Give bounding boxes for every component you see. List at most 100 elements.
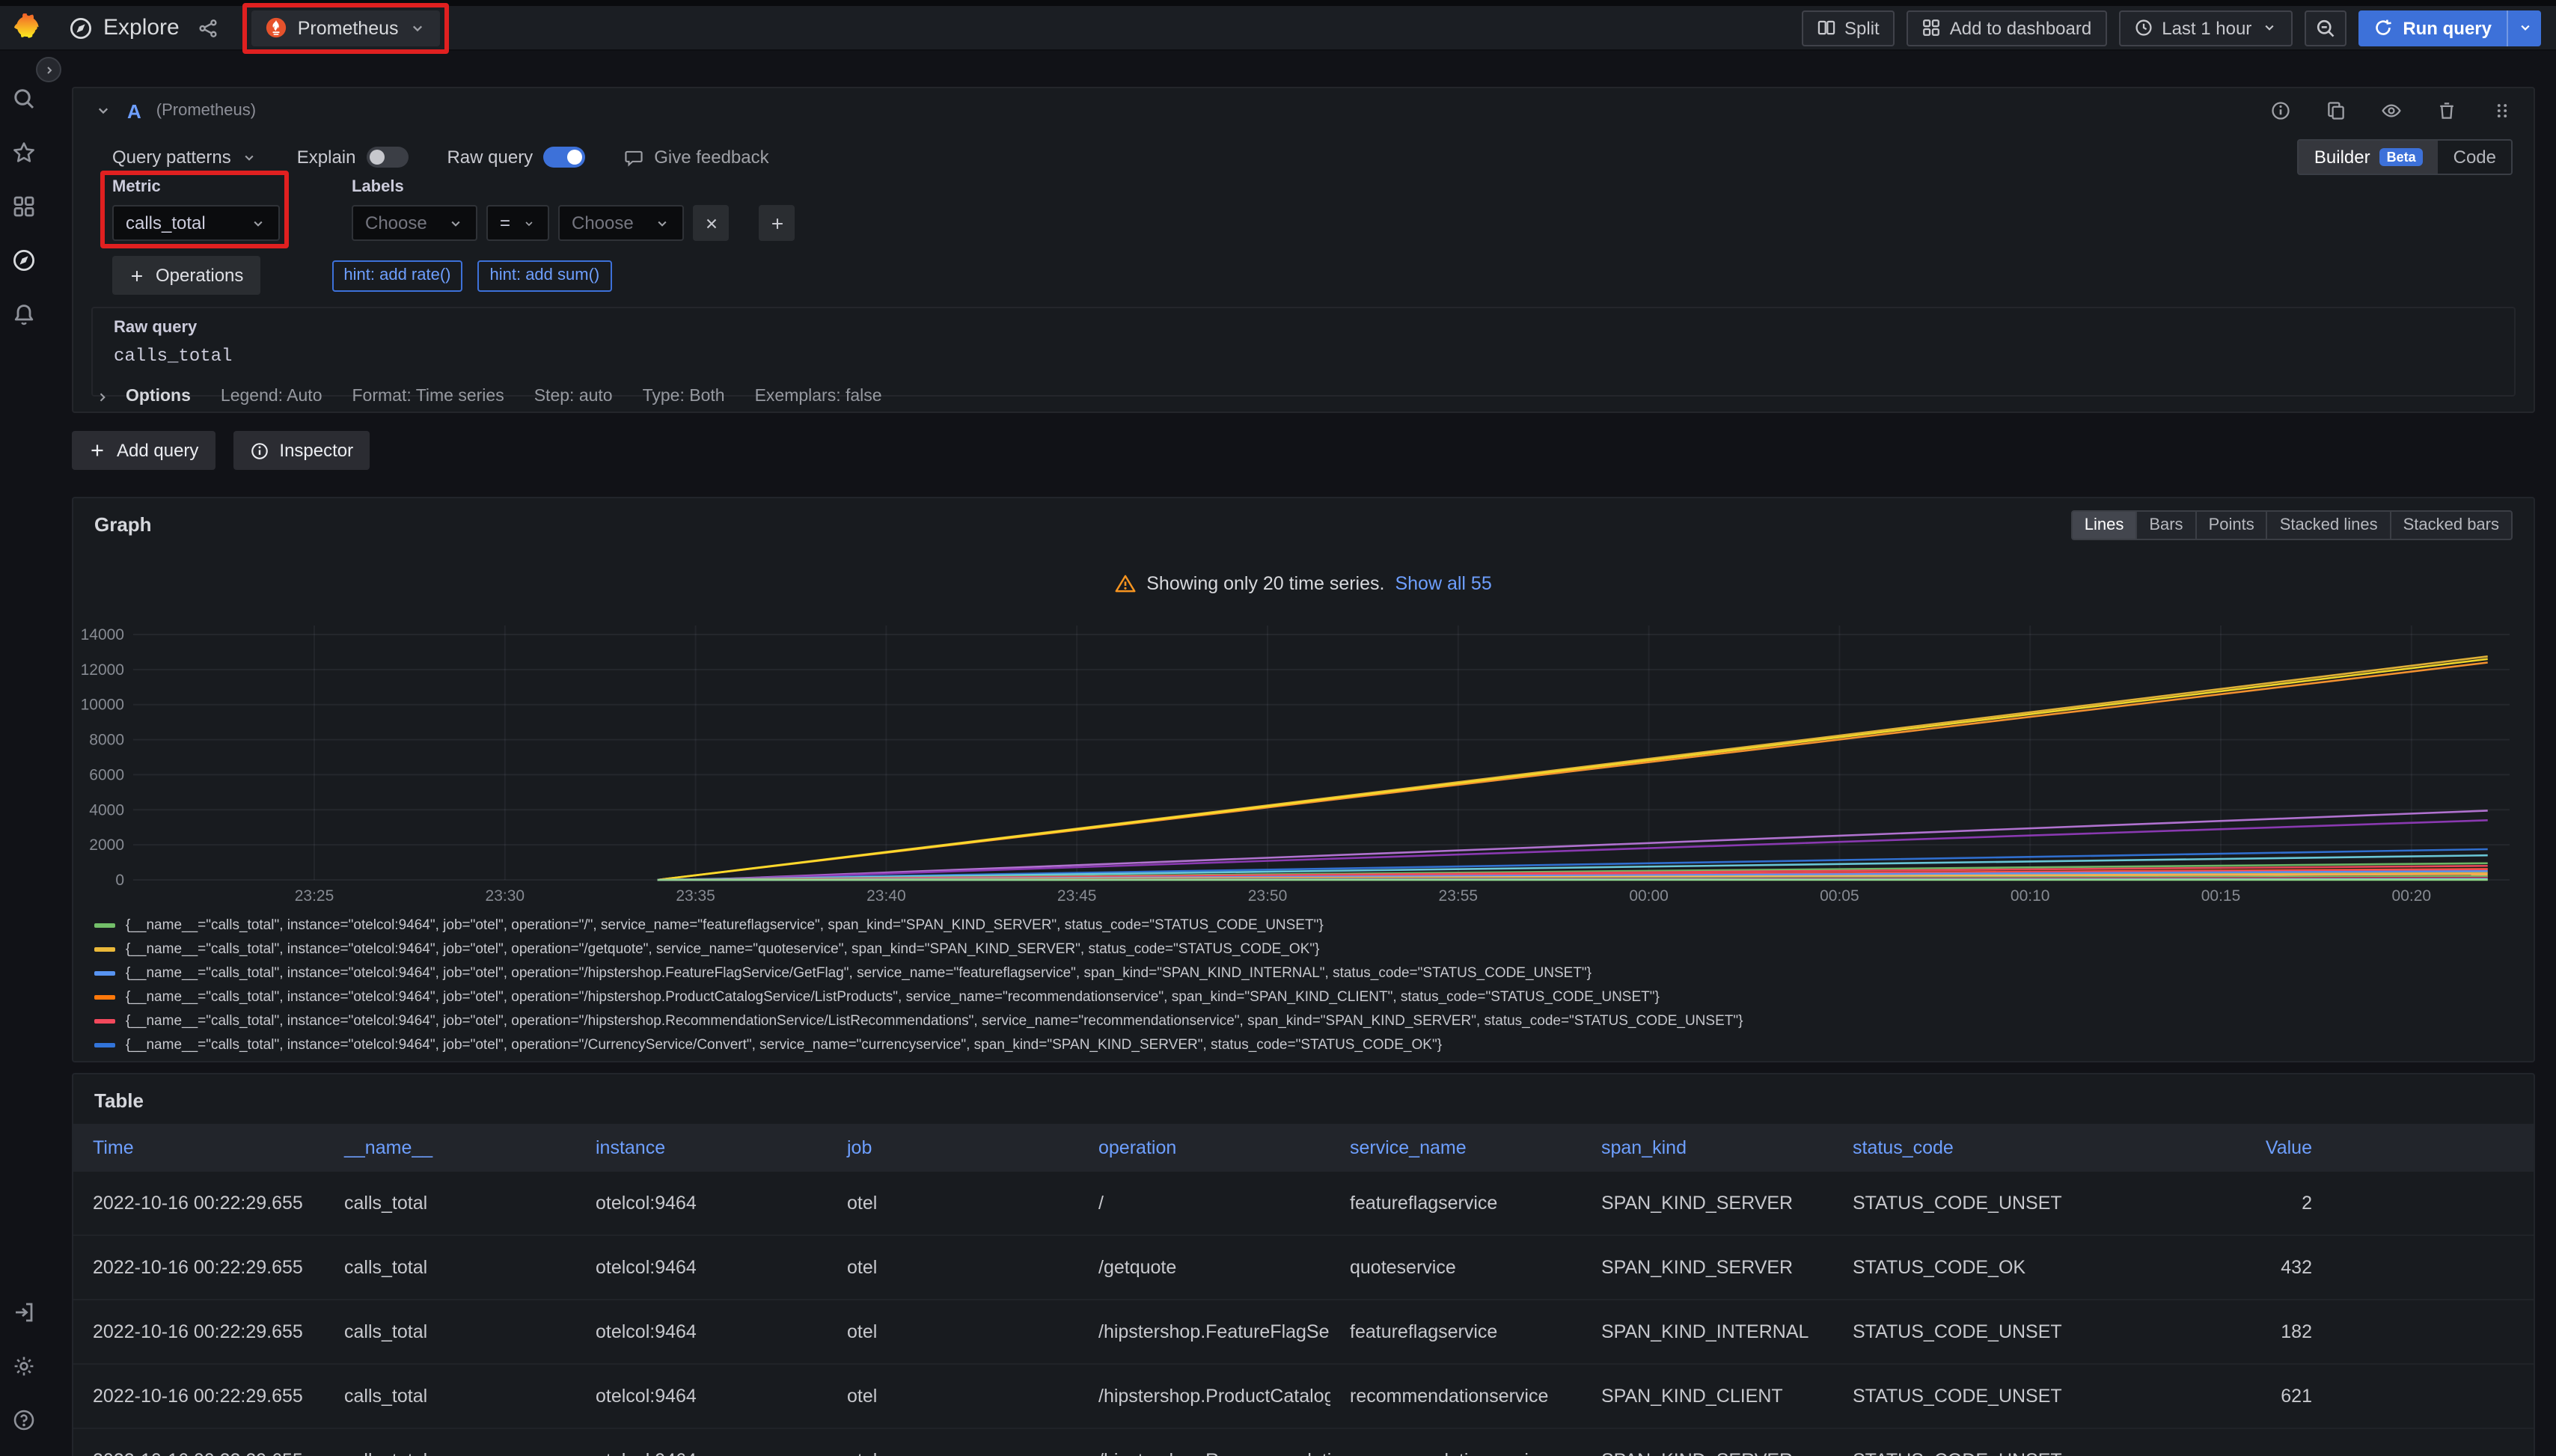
table-cell: quoteservice xyxy=(1330,1257,1582,1278)
zoom-out-icon xyxy=(2314,17,2335,38)
run-query-button[interactable]: Run query xyxy=(2358,10,2541,46)
legend-label: {__name__="calls_total", instance="otelc… xyxy=(126,1060,1541,1062)
starred-icon[interactable] xyxy=(0,141,48,165)
settings-gear-icon[interactable] xyxy=(0,1354,48,1378)
graph-mode-stacked-bars[interactable]: Stacked bars xyxy=(2390,510,2513,540)
split-icon xyxy=(1816,18,1835,37)
table-panel: Table Time__name__instancejoboperationse… xyxy=(72,1073,2535,1456)
inspector-button[interactable]: Inspector xyxy=(233,431,370,470)
metric-value: calls_total xyxy=(126,212,206,233)
split-button[interactable]: Split xyxy=(1801,10,1895,46)
alerting-icon[interactable] xyxy=(0,302,48,326)
options-row[interactable]: Options Legend: AutoFormat: Time seriesS… xyxy=(94,382,2513,412)
sidebar-expand-button[interactable] xyxy=(36,57,61,82)
query-actions: Add query Inspector xyxy=(72,431,370,470)
svg-text:00:15: 00:15 xyxy=(2201,887,2241,905)
column-header-name[interactable]: __name__ xyxy=(325,1137,576,1158)
remove-label-filter-icon[interactable] xyxy=(693,205,729,241)
legend-item[interactable]: {__name__="calls_total", instance="otelc… xyxy=(94,1033,2519,1056)
table-cell: otelcol:9464 xyxy=(576,1450,828,1456)
legend-item[interactable]: {__name__="calls_total", instance="otelc… xyxy=(94,961,2519,985)
graph-mode-points[interactable]: Points xyxy=(2195,510,2268,540)
query-patterns-dropdown[interactable]: Query patterns xyxy=(112,147,258,168)
operations-button[interactable]: Operations xyxy=(112,256,260,295)
graph-mode-bars[interactable]: Bars xyxy=(2135,510,2196,540)
column-header-operation[interactable]: operation xyxy=(1079,1137,1330,1158)
give-feedback-link[interactable]: Give feedback xyxy=(624,147,768,168)
column-header-job[interactable]: job xyxy=(828,1137,1079,1158)
query-hint-button[interactable]: hint: add sum() xyxy=(478,260,612,291)
add-label-filter-icon[interactable] xyxy=(759,205,795,241)
svg-text:00:10: 00:10 xyxy=(2011,887,2050,905)
collapse-chevron-icon[interactable] xyxy=(94,102,112,120)
drag-handle-icon[interactable] xyxy=(2492,100,2513,121)
svg-text:23:40: 23:40 xyxy=(866,887,906,905)
share-icon[interactable] xyxy=(198,17,218,38)
svg-text:8000: 8000 xyxy=(89,732,124,749)
graph-mode-toggle: LinesBarsPointsStacked linesStacked bars xyxy=(2071,510,2513,540)
label-operator-select[interactable]: = xyxy=(486,205,549,241)
label-value-select[interactable]: Choose xyxy=(558,205,684,241)
search-icon[interactable] xyxy=(0,87,48,111)
time-range-picker[interactable]: Last 1 hour xyxy=(2118,10,2292,46)
prometheus-icon xyxy=(265,16,287,39)
explain-label: Explain xyxy=(297,147,356,168)
table-cell: otel xyxy=(828,1321,1079,1342)
legend-item[interactable]: {__name__="calls_total", instance="otelc… xyxy=(94,1056,2519,1062)
sign-in-icon[interactable] xyxy=(0,1300,48,1324)
column-header-time[interactable]: Time xyxy=(73,1137,325,1158)
legend-color-dash xyxy=(94,946,115,951)
chevron-down-icon xyxy=(2260,19,2277,36)
table-cell: /hipstershop.ProductCatalogS... xyxy=(1079,1386,1330,1407)
remove-query-trash-icon[interactable] xyxy=(2436,100,2457,121)
query-hint-button[interactable]: hint: add rate() xyxy=(331,260,462,291)
legend-item[interactable]: {__name__="calls_total", instance="otelc… xyxy=(94,985,2519,1009)
metric-select[interactable]: calls_total xyxy=(112,205,280,241)
zoom-out-time-button[interactable] xyxy=(2304,10,2346,46)
table-cell: STATUS_CODE_UNSET xyxy=(1833,1321,2085,1342)
legend-item[interactable]: {__name__="calls_total", instance="otelc… xyxy=(94,1009,2519,1033)
warning-text: Showing only 20 time series. xyxy=(1146,573,1384,594)
help-icon[interactable] xyxy=(0,1408,48,1432)
legend-item[interactable]: {__name__="calls_total", instance="otelc… xyxy=(94,937,2519,961)
column-header-instance[interactable]: instance xyxy=(576,1137,828,1158)
table-cell: recommendationservice xyxy=(1330,1450,1582,1456)
add-query-button[interactable]: Add query xyxy=(72,431,215,470)
run-query-dropdown[interactable] xyxy=(2507,10,2541,46)
table-cell: calls_total xyxy=(325,1386,576,1407)
add-to-dashboard-label: Add to dashboard xyxy=(1950,17,2092,38)
table-cell: SPAN_KIND_INTERNAL xyxy=(1582,1321,1833,1342)
explain-toggle-wrap: Explain xyxy=(297,147,409,168)
svg-text:23:30: 23:30 xyxy=(486,887,525,905)
raw-query-toggle[interactable] xyxy=(543,147,585,168)
show-all-series-link[interactable]: Show all 55 xyxy=(1395,573,1491,594)
datasource-picker[interactable]: Prometheus xyxy=(251,10,441,46)
table-row: 2022-10-16 00:22:29.655calls_totalotelco… xyxy=(73,1236,2534,1300)
query-help-icon[interactable] xyxy=(2270,100,2291,121)
explain-toggle[interactable] xyxy=(366,147,408,168)
legend-item[interactable]: {__name__="calls_total", instance="otelc… xyxy=(94,913,2519,937)
table-cell: 432 xyxy=(2085,1257,2534,1278)
column-header-span-kind[interactable]: span_kind xyxy=(1582,1137,1833,1158)
time-range-label: Last 1 hour xyxy=(2162,17,2251,38)
graph-mode-stacked-lines[interactable]: Stacked lines xyxy=(2266,510,2391,540)
code-tab[interactable]: Code xyxy=(2439,141,2511,174)
disable-query-eye-icon[interactable] xyxy=(2381,100,2402,121)
duplicate-query-icon[interactable] xyxy=(2326,100,2346,121)
query-hints: hint: add rate() hint: add sum() xyxy=(331,260,611,291)
label-key-select[interactable]: Choose xyxy=(352,205,477,241)
add-to-dashboard-button[interactable]: Add to dashboard xyxy=(1907,10,2107,46)
table-cell: 2022-10-16 00:22:29.655 xyxy=(73,1321,325,1342)
column-header-value[interactable]: Value xyxy=(2085,1137,2534,1158)
metric-label: Metric xyxy=(112,178,280,196)
column-header-status-code[interactable]: status_code xyxy=(1833,1137,2085,1158)
table-cell: 2022-10-16 00:22:29.655 xyxy=(73,1257,325,1278)
explore-icon[interactable] xyxy=(0,248,48,272)
query-row-header[interactable]: A (Prometheus) xyxy=(73,88,2534,133)
give-feedback-label: Give feedback xyxy=(654,147,768,168)
column-header-service-name[interactable]: service_name xyxy=(1330,1137,1582,1158)
graph-mode-lines[interactable]: Lines xyxy=(2071,510,2138,540)
builder-tab[interactable]: Builder Beta xyxy=(2299,141,2439,174)
legend-label: {__name__="calls_total", instance="otelc… xyxy=(126,964,1592,981)
dashboards-icon[interactable] xyxy=(0,195,48,218)
